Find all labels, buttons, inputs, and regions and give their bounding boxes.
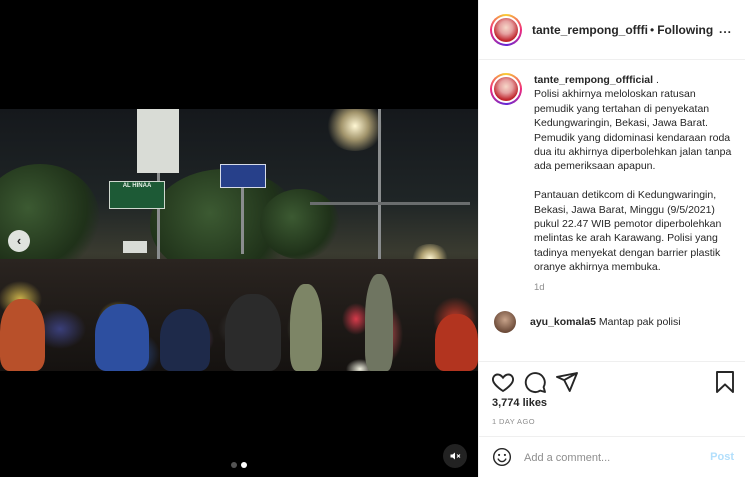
separator-dot: • — [650, 22, 655, 37]
post-header: tante_rempong_offficial • Following ... — [479, 0, 745, 60]
likes-count[interactable]: 3,774 likes — [492, 397, 547, 409]
street-light — [325, 109, 385, 151]
rider — [225, 294, 281, 371]
comment-item: ayu_komala5 Mantap pak polisi — [490, 311, 735, 334]
caption-text: . Polisi akhirnya meloloskan ratusan pem… — [534, 74, 732, 274]
carousel-dot — [231, 462, 237, 468]
police-officer — [290, 284, 322, 371]
smiley-icon[interactable] — [492, 447, 512, 467]
rider — [435, 314, 478, 371]
avatar[interactable] — [490, 73, 522, 105]
chevron-left-icon: ‹ — [16, 233, 22, 248]
green-road-sign-text: AL HINAA — [122, 183, 152, 189]
comment-text: Mantap pak polisi — [595, 316, 681, 329]
rider — [160, 309, 210, 371]
following-button[interactable]: Following — [657, 23, 713, 37]
bookmark-icon[interactable] — [713, 370, 737, 394]
add-comment-bar: Post — [479, 436, 745, 477]
gantry-beam — [310, 202, 470, 205]
caption-timestamp[interactable]: 1d — [534, 281, 735, 295]
comment-username[interactable]: ayu_komala5 — [530, 316, 596, 328]
rider — [0, 299, 45, 371]
caption: tante_rempong_offficial . Polisi akhirny… — [490, 73, 735, 295]
comments-section[interactable]: tante_rempong_offficial . Polisi akhirny… — [479, 61, 745, 361]
post-comment-button[interactable]: Post — [710, 451, 734, 463]
green-road-sign: AL HINAA — [109, 181, 165, 209]
heart-icon[interactable] — [491, 370, 515, 394]
avatar[interactable] — [494, 311, 516, 334]
police-officer — [365, 274, 393, 371]
more-options-icon[interactable]: ... — [719, 22, 732, 36]
avatar-image — [494, 17, 518, 42]
blue-road-sign — [220, 164, 266, 188]
action-bar — [479, 361, 745, 401]
tree — [0, 164, 100, 274]
light-pole — [378, 109, 381, 259]
caption-username[interactable]: tante_rempong_offficial — [534, 74, 653, 86]
header-username[interactable]: tante_rempong_offficial — [532, 23, 648, 37]
comment-bubble-icon[interactable] — [523, 370, 547, 394]
sign-pole — [157, 164, 160, 264]
carousel-prev-button[interactable]: ‹ — [8, 230, 30, 252]
rider — [95, 304, 149, 371]
small-white-sign — [123, 241, 147, 253]
mute-toggle-button[interactable] — [443, 444, 467, 468]
speaker-muted-icon — [450, 452, 461, 460]
avatar[interactable] — [490, 13, 522, 46]
sign-pole — [241, 184, 244, 254]
post-sidebar: tante_rempong_offficial • Following ... … — [478, 0, 745, 477]
comment-input[interactable] — [524, 449, 704, 467]
carousel-indicator — [231, 462, 247, 468]
post-media[interactable]: AL HINAA ‹ — [0, 0, 478, 477]
paper-plane-icon[interactable] — [555, 370, 579, 394]
post-timestamp[interactable]: 1 DAY AGO — [492, 417, 535, 426]
carousel-dot-active — [241, 462, 247, 468]
avatar-image — [494, 77, 518, 101]
white-banner-sign — [137, 109, 179, 173]
tree — [260, 189, 340, 259]
video-frame[interactable]: AL HINAA — [0, 109, 478, 371]
